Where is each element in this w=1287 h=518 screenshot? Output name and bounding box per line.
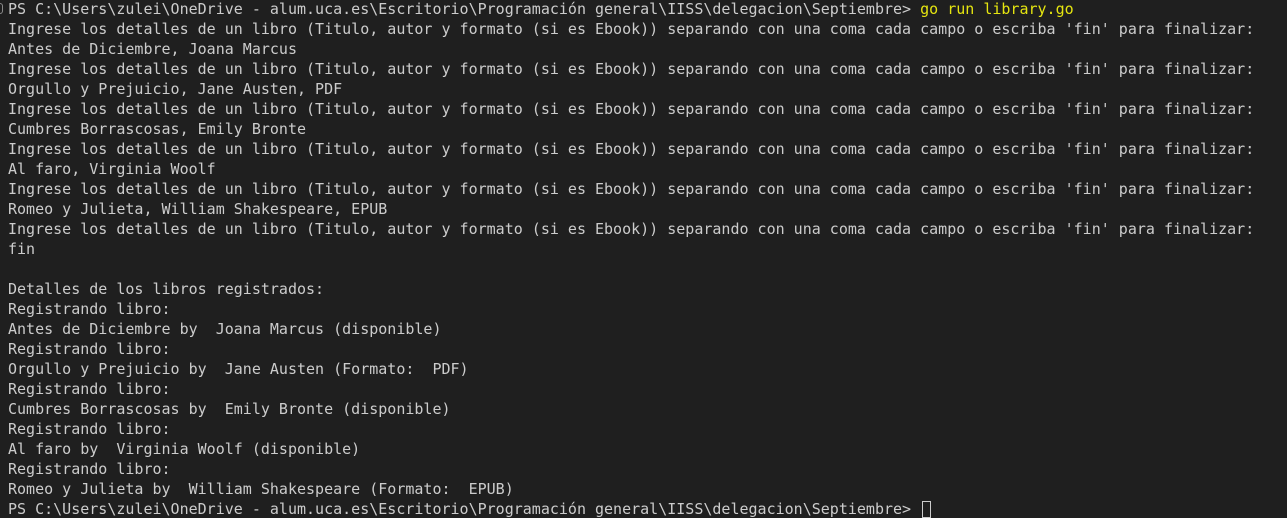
output-line: fin <box>8 240 36 258</box>
output-line: Ingrese los detalles de un libro (Titulo… <box>8 180 1255 198</box>
command-line: PS C:\Users\zulei\OneDrive - alum.uca.es… <box>8 0 1287 19</box>
output-line: Ingrese los detalles de un libro (Titulo… <box>8 60 1255 78</box>
output-line: Registrando libro: <box>8 340 171 358</box>
final-prompt-line[interactable]: PS C:\Users\zulei\OneDrive - alum.uca.es… <box>8 499 1287 518</box>
output-line: Al faro, Virginia Woolf <box>8 160 216 178</box>
output-line: Detalles de los libros registrados: <box>8 280 325 298</box>
output-line: Ingrese los detalles de un libro (Titulo… <box>8 140 1255 158</box>
output-line: Registrando libro: <box>8 380 171 398</box>
text-cursor <box>922 501 932 518</box>
output-block: Ingrese los detalles de un libro (Titulo… <box>8 19 1287 499</box>
output-line: Orgullo y Prejuicio, Jane Austen, PDF <box>8 80 343 98</box>
output-line: Romeo y Julieta by William Shakespeare (… <box>8 480 514 498</box>
command-text: go run library.go <box>920 0 1074 18</box>
output-line: Ingrese los detalles de un libro (Titulo… <box>8 100 1255 118</box>
prompt-text: PS C:\Users\zulei\OneDrive - alum.uca.es… <box>8 0 912 18</box>
output-line: Al faro by Virginia Woolf (disponible) <box>8 440 361 458</box>
output-line: Antes de Diciembre, Joana Marcus <box>8 40 297 58</box>
output-line: Romeo y Julieta, William Shakespeare, EP… <box>8 200 388 218</box>
command-decoration-icon[interactable] <box>0 3 3 14</box>
output-line: Cumbres Borrascosas by Emily Bronte (dis… <box>8 400 451 418</box>
output-line: Antes de Diciembre by Joana Marcus (disp… <box>8 320 442 338</box>
terminal-output: PS C:\Users\zulei\OneDrive - alum.uca.es… <box>8 0 1287 518</box>
output-line: Registrando libro: <box>8 300 171 318</box>
final-prompt-text: PS C:\Users\zulei\OneDrive - alum.uca.es… <box>8 500 912 518</box>
output-line: Registrando libro: <box>8 460 171 478</box>
terminal-panel[interactable]: PS C:\Users\zulei\OneDrive - alum.uca.es… <box>0 0 1287 518</box>
output-line: Orgullo y Prejuicio by Jane Austen (Form… <box>8 360 469 378</box>
output-line: Cumbres Borrascosas, Emily Bronte <box>8 120 307 138</box>
output-line: Ingrese los detalles de un libro (Titulo… <box>8 20 1255 38</box>
output-line: Ingrese los detalles de un libro (Titulo… <box>8 220 1255 238</box>
output-line: Registrando libro: <box>8 420 171 438</box>
